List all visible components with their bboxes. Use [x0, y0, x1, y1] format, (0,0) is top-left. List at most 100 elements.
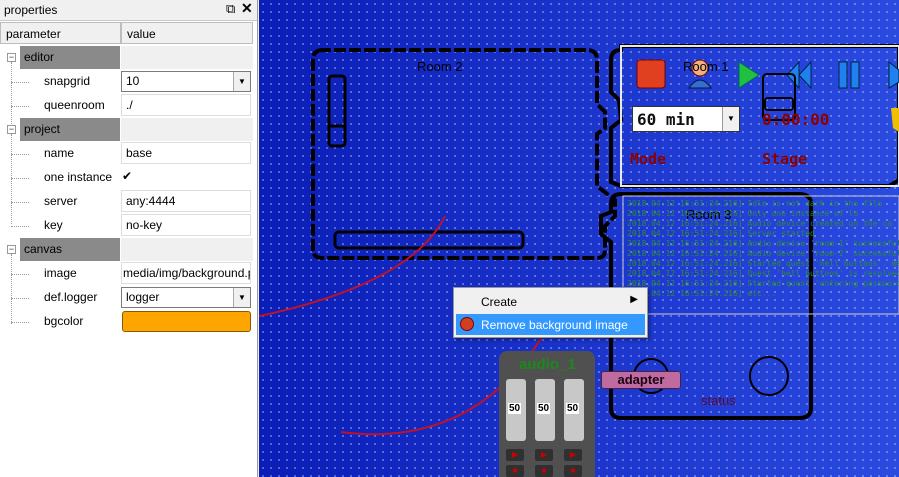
- bgcolor-swatch[interactable]: [122, 311, 251, 332]
- collapse-toggle-project[interactable]: −: [7, 125, 16, 134]
- status-label: status: [701, 393, 736, 408]
- name-field[interactable]: base: [121, 142, 251, 164]
- chevron-down-icon[interactable]: ▼: [233, 72, 250, 91]
- image-field[interactable]: media/img/background.png: [121, 262, 251, 284]
- room2-outline[interactable]: [311, 48, 617, 260]
- stage-label: Stage: [762, 150, 808, 168]
- room1-label: Room 1: [683, 59, 729, 74]
- log-line: 2018.04.12 16:51:24.216] Only one instan…: [627, 209, 859, 218]
- group-canvas-value: [120, 238, 253, 261]
- play-icon[interactable]: [738, 61, 760, 89]
- prop-label-snapgrid: snapgrid: [44, 74, 91, 88]
- collapse-toggle-editor[interactable]: −: [7, 53, 16, 62]
- menu-item-create-label: Create: [481, 295, 518, 309]
- log-line: 2018.04.12 16:51:24.216] etc...: [627, 289, 777, 298]
- log-line: 2018.04.12 16:51:24.216] Idle is not dar…: [627, 199, 883, 208]
- log-view[interactable]: 2018.04.12 16:51:24.216] Idle is not dar…: [627, 199, 899, 299]
- stop-icon[interactable]: ■: [535, 465, 553, 477]
- play-icon[interactable]: ▶: [564, 449, 582, 461]
- timer-select-value: 60 min: [637, 110, 695, 129]
- prop-label-queenroom: queenroom: [44, 98, 105, 112]
- audio-mixer[interactable]: audio_1 50 50 50 ▶ ▶ ▶ ■ ■ ■: [499, 351, 595, 477]
- menu-item-remove-background-label: Remove background image: [481, 318, 628, 332]
- log-line: 2018.04.12 16:51:24.216] Server started: [627, 229, 815, 238]
- tree-line: [11, 298, 29, 299]
- tree-line: [11, 106, 29, 107]
- fader-value: 50: [508, 403, 522, 414]
- prop-label-server: server: [44, 194, 78, 208]
- server-field[interactable]: any:4444: [121, 190, 251, 212]
- prop-label-name: name: [44, 146, 75, 160]
- group-editor[interactable]: editor: [20, 46, 120, 69]
- restore-icon[interactable]: ⧉: [226, 1, 235, 17]
- remove-image-icon: [460, 317, 474, 331]
- panel-titlebar: properties ⧉ ✕: [0, 0, 257, 21]
- group-canvas[interactable]: canvas: [20, 238, 120, 261]
- snapgrid-select[interactable]: 10 ▼: [121, 71, 251, 92]
- tree-line: [11, 254, 12, 324]
- tree-line: [11, 202, 29, 203]
- log-line: 2018.04.12 16:51:24.216] Quest 'hell but…: [627, 269, 899, 278]
- group-editor-value: [120, 46, 253, 69]
- room2-label: Room 2: [417, 59, 463, 74]
- log-line: 2018.04.12 16:51:24.216] Started quest '…: [627, 259, 899, 268]
- panel-title: properties: [4, 3, 58, 17]
- tree-line: [11, 226, 29, 227]
- def-logger-select[interactable]: logger ▼: [121, 287, 251, 308]
- stop-icon[interactable]: ■: [564, 465, 582, 477]
- prop-label-key: key: [44, 218, 63, 232]
- group-project-value: [120, 118, 253, 141]
- design-canvas[interactable]: Room 2 Room 1 Room 3 60 min ▼ 0:00:00 Mo…: [259, 0, 899, 477]
- room1-device-slot: [764, 97, 794, 111]
- collapse-toggle-canvas[interactable]: −: [7, 245, 16, 254]
- mode-label: Mode: [630, 150, 667, 168]
- tree-line: [11, 178, 29, 179]
- log-line: 2018.04.12 16:51:24.216] Started quest '…: [627, 279, 899, 288]
- fader-value: 50: [537, 403, 551, 414]
- pause-icon-2: [850, 61, 860, 89]
- one-instance-checkbox[interactable]: ✔: [122, 170, 135, 183]
- stop-icon[interactable]: [636, 59, 666, 89]
- chevron-down-icon[interactable]: ▼: [722, 107, 739, 131]
- log-line: 2018.04.12 16:51:24.216] Audio device cr…: [627, 219, 892, 228]
- play-icon[interactable]: ▶: [506, 449, 524, 461]
- trophy-icon: [891, 108, 899, 132]
- time-display: 0:00:00: [762, 110, 830, 129]
- tree-line: [11, 82, 29, 83]
- group-project[interactable]: project: [20, 118, 120, 141]
- tree-line: [11, 134, 12, 224]
- snapgrid-value: 10: [126, 74, 140, 88]
- prop-label-one-instance: one instance: [44, 170, 113, 184]
- tree-line: [11, 322, 29, 323]
- header-parameter[interactable]: parameter: [0, 22, 121, 44]
- chevron-down-icon[interactable]: ▼: [233, 288, 250, 307]
- room3-circle-right: [749, 356, 789, 396]
- person-body-icon: [688, 79, 712, 89]
- pause-icon[interactable]: [838, 61, 848, 89]
- header-value[interactable]: value: [121, 22, 253, 44]
- def-logger-value: logger: [126, 290, 160, 304]
- rewind-icon-2: [798, 60, 812, 90]
- queenroom-field[interactable]: ./: [121, 94, 251, 116]
- timer-select[interactable]: 60 min ▼: [632, 106, 740, 132]
- prop-label-bgcolor: bgcolor: [44, 314, 84, 328]
- tree-line: [11, 274, 29, 275]
- prop-label-image: image: [44, 266, 77, 280]
- key-field[interactable]: no-key: [121, 214, 251, 236]
- stop-icon[interactable]: ■: [506, 465, 524, 477]
- room2-door[interactable]: [327, 74, 347, 148]
- log-line: 2018.04.12 16:51:24.216] Audio device 'r…: [627, 249, 899, 258]
- menu-item-create[interactable]: Create ▶: [456, 291, 645, 312]
- properties-panel: properties ⧉ ✕ parameter value − editor …: [0, 0, 258, 477]
- play-icon[interactable]: ▶: [535, 449, 553, 461]
- chevron-right-icon: ▶: [630, 294, 638, 305]
- tree-line: [11, 154, 29, 155]
- menu-item-remove-background[interactable]: Remove background image: [456, 314, 645, 335]
- audio-title: audio_1: [519, 356, 576, 373]
- fader-value: 50: [566, 403, 580, 414]
- log-line: 2018.04.12 16:51:24.216] Audio device 'r…: [627, 239, 899, 248]
- adapter-badge[interactable]: adapter: [601, 371, 681, 389]
- close-icon[interactable]: ✕: [241, 0, 253, 17]
- prop-label-def-logger: def.logger: [44, 290, 98, 304]
- context-menu: Create ▶ Remove background image: [453, 287, 648, 338]
